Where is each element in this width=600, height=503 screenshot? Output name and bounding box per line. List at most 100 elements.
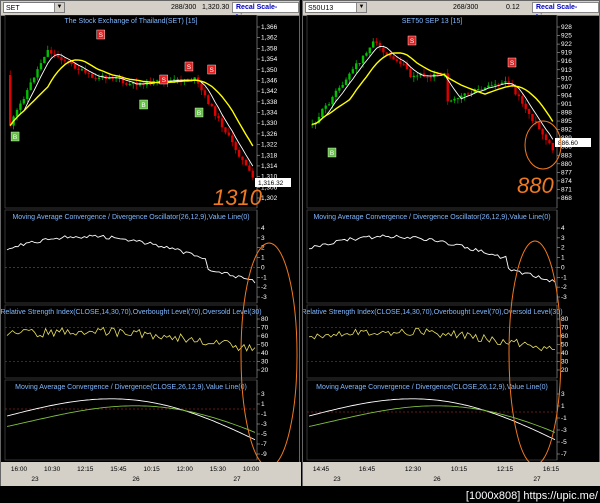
date-axis-label: 23 (31, 476, 39, 483)
symbol-value: S50U13 (308, 5, 334, 12)
axis-tick-label: 0 (261, 264, 265, 271)
axis-tick-label: 70 (261, 325, 269, 332)
chevron-down-icon[interactable]: ▼ (54, 3, 64, 12)
candle-body (504, 81, 507, 83)
candle-body (26, 90, 29, 100)
candle-body (416, 75, 419, 77)
axis-tick-label: 1,366 (261, 24, 278, 31)
pane-frame (306, 209, 558, 304)
time-axis-label: 12:15 (497, 466, 514, 473)
axis-tick-label: 1,314 (261, 163, 278, 170)
candle-body (43, 56, 46, 64)
candle-body (46, 50, 49, 57)
date-axis-label: 26 (433, 476, 441, 483)
candle-body (338, 87, 341, 91)
candle-body (531, 114, 534, 122)
candle-body (487, 85, 490, 88)
candle-body (392, 56, 395, 60)
candle-body (527, 108, 531, 115)
time-axis-label: 10:15 (143, 466, 160, 473)
time-axis-label: 16:00 (11, 466, 28, 473)
candle-body (494, 84, 497, 86)
candle-body (207, 95, 210, 104)
axis-tick-label: 868 (561, 195, 572, 202)
symbol-select-right[interactable]: S50U13 ▼ (305, 2, 367, 13)
candle-body (548, 140, 551, 144)
axis-tick-label: 1,318 (261, 152, 278, 159)
time-axis-label: 14:45 (313, 466, 330, 473)
pane-frame (4, 379, 258, 461)
last-value: 1,320.30 (202, 4, 230, 11)
candle-body (334, 90, 338, 97)
bar-count: 288/300 (171, 4, 197, 11)
time-axis-label: 10:30 (44, 466, 61, 473)
candle-body (29, 82, 32, 91)
candle-body (60, 57, 63, 61)
candle-body (477, 88, 480, 90)
candle-body (203, 90, 207, 96)
date-axis-label: 27 (533, 476, 541, 483)
candle-body (355, 63, 358, 70)
signal-letter: S (510, 60, 515, 67)
time-axis-label: 15:30 (210, 466, 227, 473)
pane-frame (306, 379, 558, 461)
axis-tick-label: 1 (261, 401, 265, 408)
axis-tick-label: 1,326 (261, 131, 278, 138)
candle-body (32, 77, 36, 83)
axis-tick-label: 40 (561, 350, 569, 357)
axis-tick-label: -1 (561, 274, 567, 281)
annotation-label: 880 (517, 173, 554, 198)
candle-body (521, 96, 524, 104)
recal-scale-button[interactable]: Recal Scale-Linear (232, 2, 299, 21)
axis-tick-label: -7 (261, 441, 267, 448)
candle-body (321, 108, 324, 117)
candle-body (324, 105, 327, 109)
candle-body (227, 132, 231, 136)
symbol-value: SET (6, 5, 20, 12)
signal-letter: S (209, 67, 214, 74)
time-axis-label: 16:15 (543, 466, 560, 473)
axis-tick-label: 895 (561, 118, 572, 125)
axis-tick-label: 877 (561, 169, 572, 176)
candle-body (217, 115, 220, 119)
axis-tick-label: 1,302 (261, 195, 278, 202)
candle-body (382, 47, 385, 53)
candle-body (237, 149, 241, 157)
signal-letter: S (99, 32, 104, 39)
axis-tick-label: 4 (561, 225, 565, 232)
candle-body (331, 96, 334, 105)
chart-window-right: S50U13 ▼ 268/300 0.12 Recal Scale-Linear… (302, 0, 600, 486)
axis-tick-label: 60 (561, 333, 569, 340)
axis-tick-label: 898 (561, 110, 572, 117)
time-axis-label: 15:45 (110, 466, 127, 473)
chevron-down-icon[interactable]: ▼ (356, 3, 366, 12)
axis-tick-label: -7 (561, 451, 567, 458)
candle-body (63, 60, 67, 62)
axis-tick-label: 4 (261, 225, 265, 232)
chart-canvas-left: The Stock Exchange of Thailand(SET) [15]… (1, 15, 301, 486)
recal-scale-button[interactable]: Recal Scale-Linear (532, 2, 599, 21)
time-axis-label: 12:15 (77, 466, 94, 473)
candle-body (214, 106, 217, 116)
watermark-text: [1000x808] https://upic.me/ (465, 490, 598, 502)
signal-letter: S (187, 64, 192, 71)
axis-tick-label: 919 (561, 50, 572, 57)
symbol-select-left[interactable]: SET ▼ (3, 2, 65, 13)
candle-body (480, 88, 483, 90)
candle-body (372, 41, 375, 48)
axis-tick-label: 3 (561, 235, 565, 242)
signal-letter: S (162, 77, 167, 84)
axis-tick-label: 1,330 (261, 120, 278, 127)
candle-body (544, 134, 548, 141)
candle-body (80, 69, 84, 71)
signal-letter: S (410, 38, 415, 45)
candle-body (128, 83, 131, 85)
candle-body (466, 93, 470, 95)
pane-title: Relative Strength Index(CLOSE,14,30,70),… (303, 309, 563, 316)
candle-body (348, 73, 351, 80)
candle-body (426, 76, 429, 78)
axis-tick-label: 40 (261, 350, 269, 357)
annotation-label: 1310 (213, 185, 263, 210)
candle-body (200, 83, 203, 91)
axis-tick-label: -9 (261, 451, 267, 458)
